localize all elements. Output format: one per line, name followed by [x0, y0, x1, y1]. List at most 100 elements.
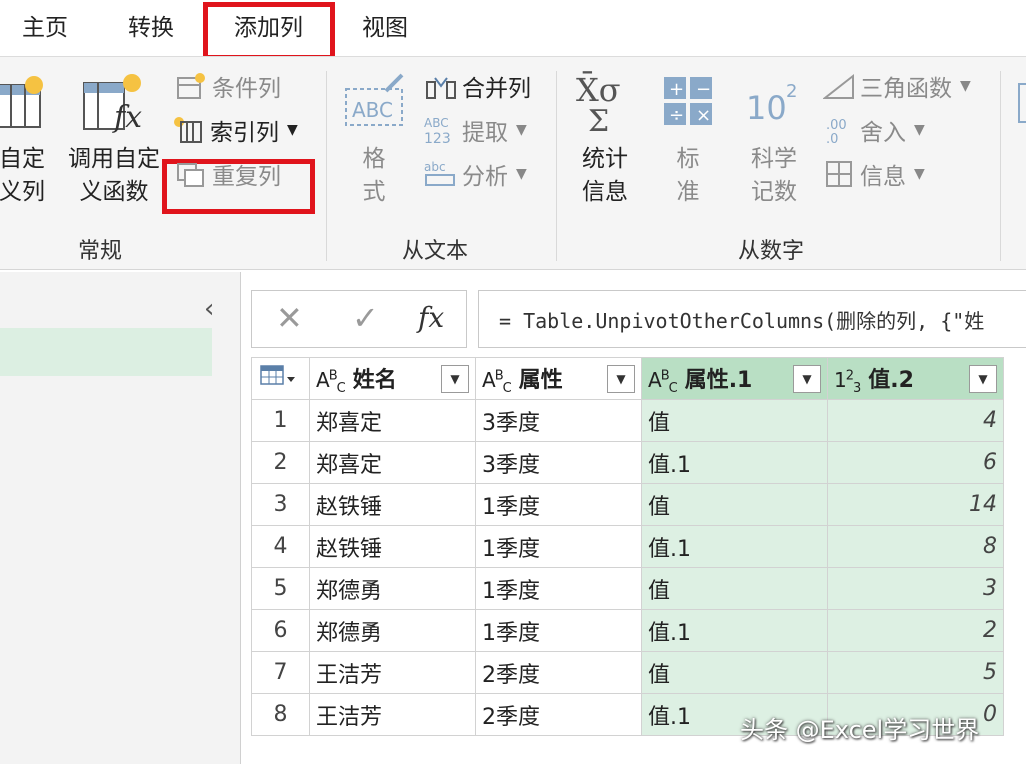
tab-view[interactable]: 视图: [362, 8, 408, 48]
column-header-name[interactable]: ABC 姓名 ▼: [309, 357, 476, 400]
merge-columns-button[interactable]: 合并列: [424, 67, 531, 105]
cell-name[interactable]: 郑德勇: [309, 567, 476, 610]
svg-text:÷: ÷: [669, 105, 684, 126]
extract-button[interactable]: ABC 123 提取 ▼: [424, 111, 527, 149]
row-number[interactable]: 7: [251, 651, 310, 694]
index-column-icon: [172, 115, 206, 145]
format-label: 格 式: [362, 146, 386, 205]
row-number[interactable]: 5: [251, 567, 310, 610]
table-row: 6 郑德勇 1季度 值.1 2: [251, 609, 1004, 652]
table-row: 5 郑德勇 1季度 值 3: [251, 567, 1004, 610]
cell-attribute[interactable]: 2季度: [475, 693, 642, 736]
cell-attribute[interactable]: 1季度: [475, 483, 642, 526]
rounding-dropdown-icon[interactable]: ▼: [914, 122, 925, 138]
table-row: 4 赵铁锤 1季度 值.1 8: [251, 525, 1004, 568]
row-number[interactable]: 2: [251, 441, 310, 484]
index-column-dropdown-icon[interactable]: ▼: [287, 122, 298, 138]
index-column-button[interactable]: 索引列 ▼: [172, 111, 298, 149]
cell-name[interactable]: 赵铁锤: [309, 483, 476, 526]
table-menu-button[interactable]: [251, 357, 310, 400]
svg-text:−: −: [696, 79, 711, 100]
parse-label: 分析: [462, 164, 508, 190]
number-type-icon[interactable]: 123: [834, 368, 861, 396]
cell-name[interactable]: 王洁芳: [309, 693, 476, 736]
cell-attribute-1[interactable]: 值: [641, 399, 828, 442]
svg-text:abc: abc: [424, 160, 446, 174]
svg-text:123: 123: [424, 131, 451, 145]
selected-query-item[interactable]: [0, 328, 212, 376]
cell-attribute-1[interactable]: 值.1: [641, 441, 828, 484]
duplicate-column-button[interactable]: 重复列: [174, 155, 281, 193]
cell-attribute-1[interactable]: 值: [641, 483, 828, 526]
information-button[interactable]: 信息 ▼: [822, 155, 925, 193]
tab-transform[interactable]: 转换: [128, 8, 174, 48]
check-icon[interactable]: ✓: [352, 299, 379, 337]
tab-home[interactable]: 主页: [22, 8, 68, 48]
ribbon: 自定 义列 fx 调用自定 义函数 条件列 索引列 ▼ 重复列 常规 ABC 格…: [0, 56, 1026, 270]
cell-value-2[interactable]: 6: [827, 441, 1004, 484]
column-header-label: 属性: [518, 367, 563, 393]
format-icon: ABC: [345, 73, 404, 126]
filter-dropdown-icon[interactable]: ▼: [607, 365, 635, 393]
table-row: 3 赵铁锤 1季度 值 14: [251, 483, 1004, 526]
column-header-label: 姓名: [352, 367, 397, 393]
cell-attribute[interactable]: 1季度: [475, 609, 642, 652]
information-dropdown-icon[interactable]: ▼: [914, 166, 925, 182]
parse-dropdown-icon[interactable]: ▼: [516, 166, 527, 182]
formula-text: = Table.UnpivotOtherColumns(删除的列, {"姓: [499, 309, 985, 333]
filter-dropdown-icon[interactable]: ▼: [969, 365, 997, 393]
row-number[interactable]: 3: [251, 483, 310, 526]
column-header-value-2[interactable]: 123 值.2 ▼: [827, 357, 1004, 400]
cell-attribute-1[interactable]: 值.1: [641, 609, 828, 652]
formula-input[interactable]: = Table.UnpivotOtherColumns(删除的列, {"姓: [478, 290, 1026, 348]
cell-attribute-1[interactable]: 值: [641, 567, 828, 610]
fx-icon[interactable]: fx: [418, 301, 444, 334]
column-header-attribute-1[interactable]: ABC 属性.1 ▼: [641, 357, 828, 400]
rounding-button[interactable]: .00.0 舍入 ▼: [822, 111, 925, 149]
cell-value-2[interactable]: 4: [827, 399, 1004, 442]
chevron-left-icon[interactable]: ‹: [204, 294, 214, 324]
column-header-label: 属性.1: [684, 367, 753, 393]
row-number[interactable]: 4: [251, 525, 310, 568]
text-type-icon[interactable]: ABC: [648, 368, 678, 396]
cell-attribute[interactable]: 2季度: [475, 651, 642, 694]
cell-value-2[interactable]: 8: [827, 525, 1004, 568]
cell-name[interactable]: 王洁芳: [309, 651, 476, 694]
cell-name[interactable]: 郑喜定: [309, 399, 476, 442]
cell-attribute[interactable]: 3季度: [475, 399, 642, 442]
text-type-icon[interactable]: ABC: [482, 368, 512, 396]
column-header-attribute[interactable]: ABC 属性 ▼: [475, 357, 642, 400]
row-number[interactable]: 6: [251, 609, 310, 652]
cell-value-2[interactable]: 5: [827, 651, 1004, 694]
extract-dropdown-icon[interactable]: ▼: [516, 122, 527, 138]
custom-column-label: 自定 义列: [0, 146, 45, 205]
filter-dropdown-icon[interactable]: ▼: [793, 365, 821, 393]
statistics-icon: X̄σ Σ: [576, 71, 621, 133]
cell-attribute-1[interactable]: 值: [641, 651, 828, 694]
trigonometry-button[interactable]: 三角函数 ▼: [822, 67, 971, 105]
conditional-column-button[interactable]: 条件列: [174, 67, 281, 105]
cell-value-2[interactable]: 2: [827, 609, 1004, 652]
cell-name[interactable]: 郑喜定: [309, 441, 476, 484]
cell-attribute-1[interactable]: 值.1: [641, 525, 828, 568]
parse-button[interactable]: abc 分析 ▼: [424, 155, 527, 193]
cell-name[interactable]: 赵铁锤: [309, 525, 476, 568]
row-number[interactable]: 8: [251, 693, 310, 736]
group-label-from-text: 从文本: [402, 239, 469, 264]
extract-icon: ABC 123: [424, 115, 458, 145]
cell-value-2[interactable]: 14: [827, 483, 1004, 526]
conditional-column-label: 条件列: [212, 76, 281, 102]
text-type-icon[interactable]: ABC: [316, 368, 346, 396]
cell-attribute[interactable]: 3季度: [475, 441, 642, 484]
row-number[interactable]: 1: [251, 399, 310, 442]
filter-dropdown-icon[interactable]: ▼: [441, 365, 469, 393]
cancel-icon[interactable]: ✕: [276, 299, 303, 337]
cell-attribute[interactable]: 1季度: [475, 525, 642, 568]
group-separator: [326, 71, 327, 261]
trigonometry-dropdown-icon[interactable]: ▼: [960, 78, 971, 94]
cell-name[interactable]: 郑德勇: [309, 609, 476, 652]
table-icon: [260, 364, 295, 385]
cell-attribute[interactable]: 1季度: [475, 567, 642, 610]
cell-value-2[interactable]: 3: [827, 567, 1004, 610]
duplicate-column-icon: [174, 159, 208, 189]
